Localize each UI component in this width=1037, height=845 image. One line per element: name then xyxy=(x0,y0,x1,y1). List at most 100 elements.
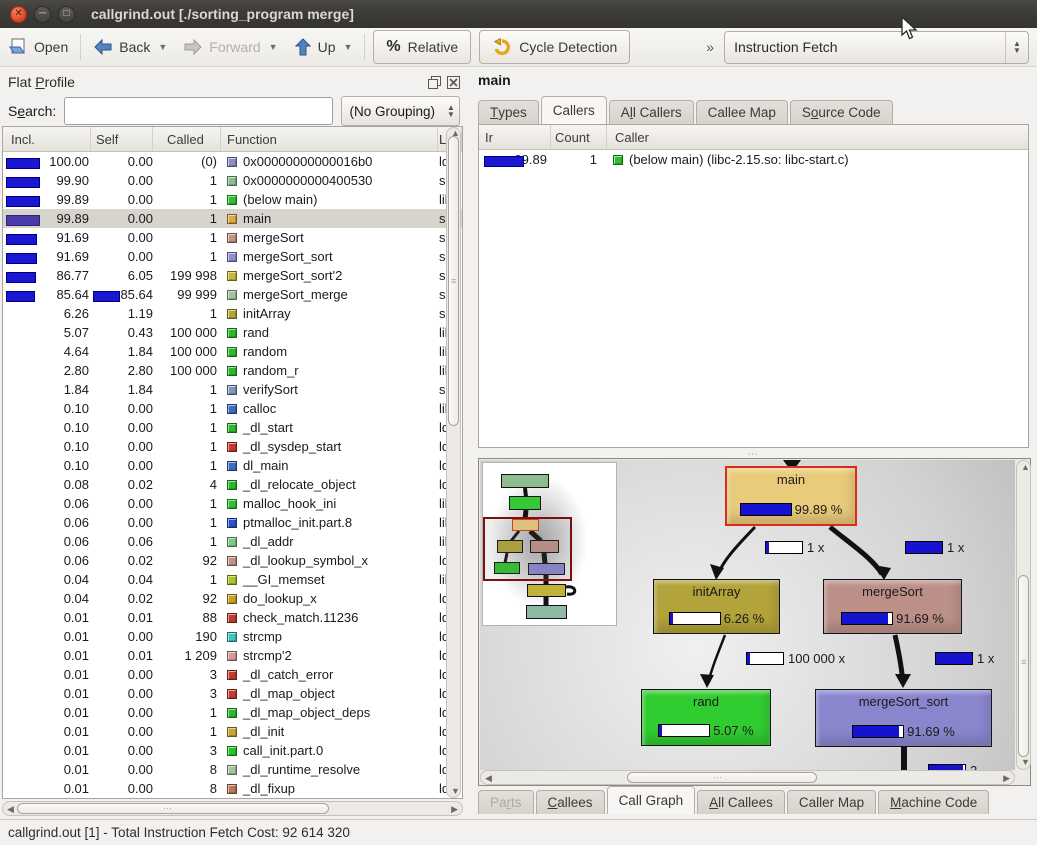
cell-incl: 0.01 xyxy=(3,667,91,682)
table-row[interactable]: 0.010.00190strcmpld-2 xyxy=(3,627,462,646)
dock-close-button[interactable] xyxy=(446,75,460,89)
table-row[interactable]: 0.060.061_dl_addrlibc xyxy=(3,532,462,551)
table-row[interactable]: 0.010.011 209strcmp'2ld-2 xyxy=(3,646,462,665)
graph-node-mergeSort[interactable]: mergeSort91.69 % xyxy=(823,579,962,634)
combobox-spinner-icon[interactable]: ▲▼ xyxy=(1005,32,1028,63)
table-row[interactable]: 0.060.001malloc_hook_inilibc xyxy=(3,494,462,513)
scrollbar-down-arrow[interactable]: ▼ xyxy=(451,787,460,796)
flat-profile-table: Incl. Self Called Function Location 100.… xyxy=(2,126,463,799)
scrollbar-down-arrow[interactable]: ▼ xyxy=(1021,758,1030,767)
graph-hscrollbar[interactable]: ◀ ⋯ ▶ xyxy=(480,770,1015,785)
table-row[interactable]: 0.010.003call_init.part.0ld-2 xyxy=(3,741,462,760)
cell-called: 3 xyxy=(153,686,221,701)
table-row[interactable]: 99.891(below main) (libc-2.15.so: libc-s… xyxy=(479,150,1028,169)
window-maximize-button[interactable]: □ xyxy=(58,6,75,23)
table-row[interactable]: 99.890.001(below main)libc xyxy=(3,190,462,209)
table-row[interactable]: 2.802.80100 000random_rlibc xyxy=(3,361,462,380)
column-header-incl[interactable]: Incl. xyxy=(3,127,91,151)
table-row[interactable]: 0.060.001ptmalloc_init.part.8libc xyxy=(3,513,462,532)
scrollbar-left-arrow[interactable]: ◀ xyxy=(485,774,492,783)
table-row[interactable]: 0.010.001_dl_initld-2 xyxy=(3,722,462,741)
table-row[interactable]: 0.010.003_dl_map_objectld-2 xyxy=(3,684,462,703)
event-type-combobox[interactable]: Instruction Fetch ▲▼ xyxy=(724,31,1029,64)
cycle-detection-button[interactable]: Cycle Detection xyxy=(479,30,630,64)
table-row[interactable]: 0.040.041__GI_memsetlibc xyxy=(3,570,462,589)
column-header-caller[interactable]: Caller xyxy=(607,125,1028,149)
table-row[interactable]: 0.010.008_dl_fixupld-2 xyxy=(3,779,462,798)
tab-types[interactable]: Types xyxy=(478,100,539,124)
flat-profile-hscrollbar[interactable]: ◀ ⋯ ▶ xyxy=(2,801,463,816)
table-row[interactable]: 5.070.43100 000randlibc xyxy=(3,323,462,342)
scrollbar-up-arrow[interactable]: ▲ xyxy=(1021,463,1030,472)
flat-profile-vscrollbar[interactable]: ≡ ▲ ▼ xyxy=(446,127,461,798)
up-dropdown-caret[interactable]: ▼ xyxy=(343,42,352,52)
table-row[interactable]: 0.100.001_dl_startld-2 xyxy=(3,418,462,437)
table-row[interactable]: 0.010.008_dl_runtime_resolveld-2 xyxy=(3,760,462,779)
table-row[interactable]: 0.080.024_dl_relocate_objectld-2 xyxy=(3,475,462,494)
graph-node-mergeSort_sort[interactable]: mergeSort_sort91.69 % xyxy=(815,689,992,747)
scrollbar-thumb[interactable] xyxy=(17,803,329,814)
incl-bar xyxy=(6,253,37,264)
graph-node-initArray[interactable]: initArray6.26 % xyxy=(653,579,780,634)
column-header-count[interactable]: Count xyxy=(551,125,607,149)
table-row[interactable]: 86.776.05199 998mergeSort_sort'2sor xyxy=(3,266,462,285)
table-row[interactable]: 99.890.001mainsor xyxy=(3,209,462,228)
tab-all-callers[interactable]: All Callers xyxy=(609,100,694,124)
pane-splitter[interactable]: ⋯ xyxy=(478,450,1029,458)
tab-parts[interactable]: Parts xyxy=(478,790,534,814)
graph-vscrollbar[interactable]: ▲ ≡ ▼ xyxy=(1016,460,1031,770)
table-row[interactable]: 4.641.84100 000randomlibc xyxy=(3,342,462,361)
table-row[interactable]: 99.900.0010x0000000000400530sor xyxy=(3,171,462,190)
table-row[interactable]: 0.040.0292do_lookup_xld-2 xyxy=(3,589,462,608)
edge-call-count-label: 2 xyxy=(928,763,977,770)
grouping-combobox[interactable]: (No Grouping) ▲▼ xyxy=(341,96,460,126)
table-row[interactable]: 91.690.001mergeSortsor xyxy=(3,228,462,247)
table-row[interactable]: 0.010.003_dl_catch_errorld-2 xyxy=(3,665,462,684)
table-row[interactable]: 6.261.191initArraysor xyxy=(3,304,462,323)
table-row[interactable]: 0.100.001calloclibc xyxy=(3,399,462,418)
search-input[interactable] xyxy=(64,97,332,125)
tab-callers[interactable]: Callers xyxy=(541,96,607,124)
graph-overview-minimap[interactable] xyxy=(482,462,617,626)
column-header-function[interactable]: Function xyxy=(221,127,438,151)
tab-machine-code[interactable]: Machine Code xyxy=(878,790,989,814)
table-row[interactable]: 1.841.841verifySortsor xyxy=(3,380,462,399)
table-row[interactable]: 0.010.001_dl_map_object_depsld-2 xyxy=(3,703,462,722)
back-dropdown-caret[interactable]: ▼ xyxy=(158,42,167,52)
table-row[interactable]: 85.6485.6499 999mergeSort_mergesor xyxy=(3,285,462,304)
graph-node-rand[interactable]: rand5.07 % xyxy=(641,689,771,746)
window-minimize-button[interactable]: ─ xyxy=(34,6,51,23)
table-row[interactable]: 0.100.001dl_mainld-2 xyxy=(3,456,462,475)
window-close-button[interactable]: ✕ xyxy=(10,6,27,23)
back-button[interactable]: Back ▼ xyxy=(85,32,175,62)
column-header-ir[interactable]: Ir xyxy=(479,125,551,149)
column-header-called[interactable]: Called xyxy=(153,127,221,151)
tab-all-callees[interactable]: All Callees xyxy=(697,790,785,814)
toolbar-overflow-chevron[interactable]: » xyxy=(706,39,714,55)
graph-node-main[interactable]: main99.89 % xyxy=(725,466,857,526)
tab-call-graph[interactable]: Call Graph xyxy=(607,786,696,814)
scrollbar-right-arrow[interactable]: ▶ xyxy=(451,805,458,814)
call-graph-canvas[interactable]: main99.89 % initArray6.26 % mergeSort91.69… xyxy=(480,460,1015,770)
cell-function: check_match.11236 xyxy=(221,610,438,625)
up-button[interactable]: Up ▼ xyxy=(286,32,361,62)
open-button[interactable]: Open xyxy=(0,32,76,62)
column-header-self[interactable]: Self xyxy=(91,127,153,151)
cell-function: _dl_start xyxy=(221,420,438,435)
tab-caller-map[interactable]: Caller Map xyxy=(787,790,876,814)
relative-toggle-button[interactable]: % Relative xyxy=(373,30,471,64)
tab-callees[interactable]: Callees xyxy=(536,790,605,814)
dock-float-button[interactable] xyxy=(427,75,441,89)
table-row[interactable]: 0.100.001_dl_sysdep_startld-2 xyxy=(3,437,462,456)
table-row[interactable]: 0.060.0292_dl_lookup_symbol_xld-2 xyxy=(3,551,462,570)
scrollbar-left-arrow[interactable]: ◀ xyxy=(7,805,14,814)
minimap-viewport[interactable] xyxy=(483,517,572,581)
table-row[interactable]: 100.000.00(0)0x00000000000016b0ld-2 xyxy=(3,152,462,171)
scrollbar-up-arrow[interactable]: ▲ xyxy=(451,129,460,138)
cell-self: 0.00 xyxy=(91,629,153,644)
scrollbar-right-arrow[interactable]: ▶ xyxy=(1003,774,1010,783)
tab-callee-map[interactable]: Callee Map xyxy=(696,100,788,124)
table-row[interactable]: 0.010.0188check_match.11236ld-2 xyxy=(3,608,462,627)
table-row[interactable]: 91.690.001mergeSort_sortsor xyxy=(3,247,462,266)
tab-source-code[interactable]: Source Code xyxy=(790,100,893,124)
